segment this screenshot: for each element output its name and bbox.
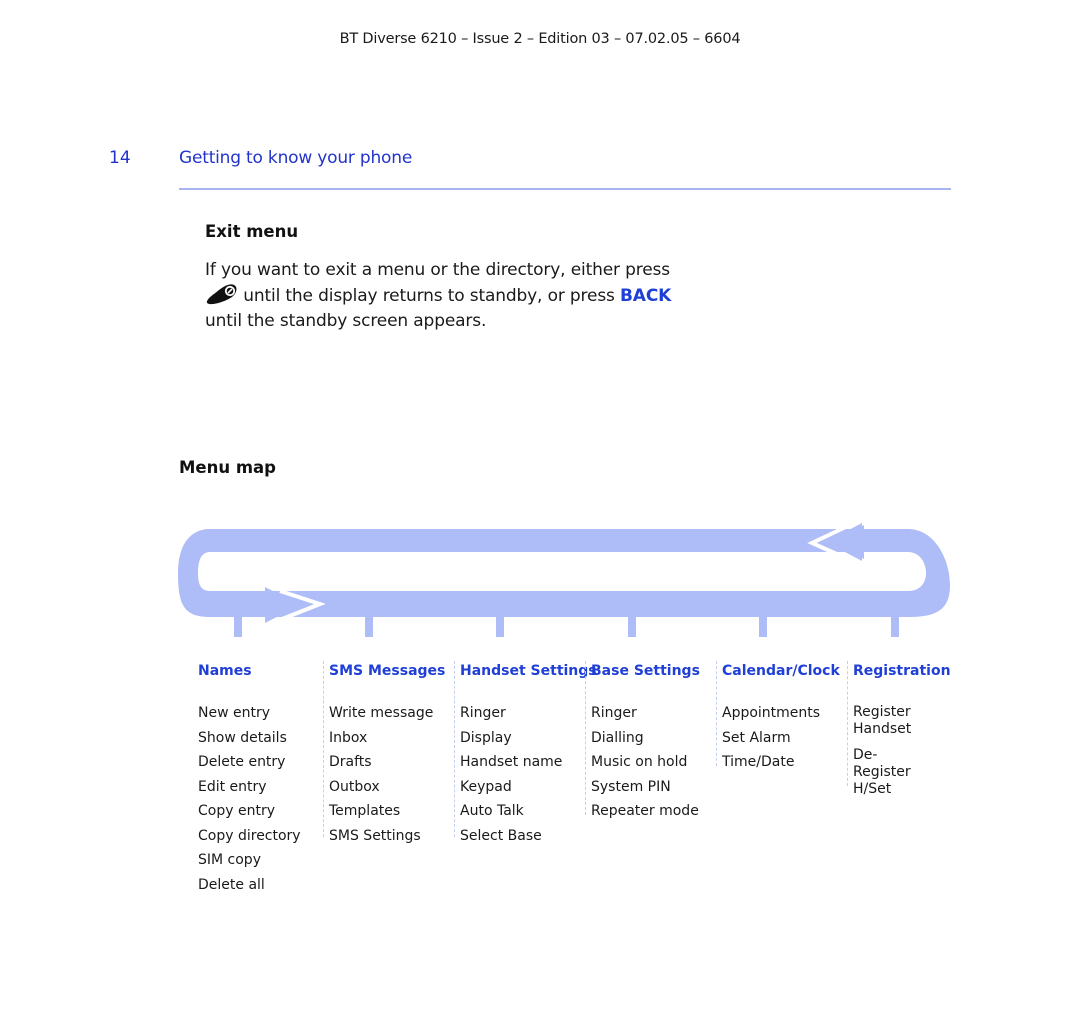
menu-column-calendar-clock: Calendar/Clock Appointments Set Alarm Time/…	[722, 660, 850, 775]
menu-column-title: Handset Settings	[460, 663, 597, 679]
menu-item-list: Register Handset De-Register H/Set	[853, 701, 981, 798]
menu-item: Delete entry	[198, 754, 286, 770]
menu-item: Delete all	[198, 876, 265, 893]
menu-column-title: Calendar/Clock	[722, 663, 840, 679]
menu-item: Outbox	[329, 778, 380, 795]
menu-item: Repeater mode	[591, 803, 699, 819]
menu-item: System PIN	[591, 778, 671, 795]
menu-column-names: Names New entry Show details Delete entry Ed…	[198, 660, 326, 897]
menu-map-heading: Menu map	[179, 458, 276, 477]
menu-item: Time/Date	[722, 754, 795, 770]
connector-sms	[365, 612, 373, 637]
section-title: Getting to know your phone	[179, 148, 413, 168]
back-key-label: BACK	[620, 286, 672, 306]
menu-item: Music on hold	[591, 754, 688, 770]
column-divider	[585, 661, 586, 815]
menu-item-list: Write message Inbox Drafts Outbox Templates S…	[329, 701, 457, 848]
menu-item: Select Base	[460, 827, 542, 844]
menu-column-base-settings: Base Settings Ringer Dialling Music on hold…	[591, 660, 719, 824]
exit-text-line-3: until the standby screen appears.	[205, 311, 487, 331]
section-divider	[179, 188, 951, 190]
connector-base	[628, 612, 636, 637]
exit-menu-paragraph: If you want to exit a menu or the direct…	[205, 258, 685, 334]
exit-text-line-1: If you want to exit a menu or the direct…	[205, 260, 670, 280]
menu-item: De-Register H/Set	[853, 747, 911, 797]
menu-item: Write message	[329, 705, 434, 721]
connector-handset	[496, 612, 504, 637]
end-call-key-icon	[206, 284, 237, 305]
connector-names	[234, 612, 242, 637]
menu-item: Auto Talk	[460, 803, 524, 819]
menu-item: Drafts	[329, 754, 372, 770]
menu-column-title: Base Settings	[591, 663, 700, 679]
menu-item: Handset name	[460, 754, 563, 770]
menu-item: SIM copy	[198, 852, 261, 868]
document-header: BT Diverse 6210 – Issue 2 – Edition 03 –…	[339, 31, 741, 47]
menu-item: Appointments	[722, 705, 821, 721]
exit-menu-heading: Exit menu	[205, 222, 299, 241]
menu-item: Copy entry	[198, 803, 275, 819]
page-number: 14	[109, 148, 131, 168]
menu-item: Copy directory	[198, 827, 301, 844]
menu-item: Ringer	[460, 705, 506, 721]
menu-column-title: SMS Messages	[329, 663, 446, 679]
menu-item-list: Appointments Set Alarm Time/Date	[722, 701, 850, 775]
menu-column-title: Names	[198, 663, 252, 679]
column-divider	[454, 661, 455, 837]
connector-registration	[891, 612, 899, 637]
exit-text-mid: until the display returns to standby, or…	[238, 286, 620, 306]
menu-item: Ringer	[591, 705, 637, 721]
menu-item: Inbox	[329, 729, 368, 746]
connector-calendar	[759, 612, 767, 637]
menu-item-list: Ringer Display Handset name Keypad Auto Talk…	[460, 701, 588, 848]
menu-item: SMS Settings	[329, 827, 421, 844]
column-divider	[323, 661, 324, 837]
menu-column-title: Registration	[853, 663, 951, 679]
column-divider	[716, 661, 717, 766]
menu-item-list: Ringer Dialling Music on hold System PIN Rep…	[591, 701, 719, 824]
menu-column-sms-messages: SMS Messages Write message Inbox Drafts Outb…	[329, 660, 457, 848]
menu-item: Dialling	[591, 729, 644, 746]
exit-text-line-2: until the display returns to standby, or…	[205, 283, 685, 309]
menu-column-handset-settings: Handset Settings Ringer Display Handset nam…	[460, 660, 597, 848]
menu-item: Templates	[329, 803, 401, 819]
menu-item: Display	[460, 729, 512, 746]
menu-item: New entry	[198, 705, 271, 721]
menu-item-list: New entry Show details Delete entry Edit en…	[198, 701, 326, 897]
menu-item: Register Handset	[853, 704, 912, 737]
column-divider	[847, 661, 848, 786]
menu-item: Set Alarm	[722, 729, 791, 746]
menu-column-registration: Registration Register Handset De-Register …	[853, 660, 981, 804]
menu-item: Keypad	[460, 778, 512, 795]
menu-loop-diagram	[178, 523, 950, 637]
menu-item: Edit entry	[198, 778, 267, 795]
menu-item: Show details	[198, 729, 287, 746]
